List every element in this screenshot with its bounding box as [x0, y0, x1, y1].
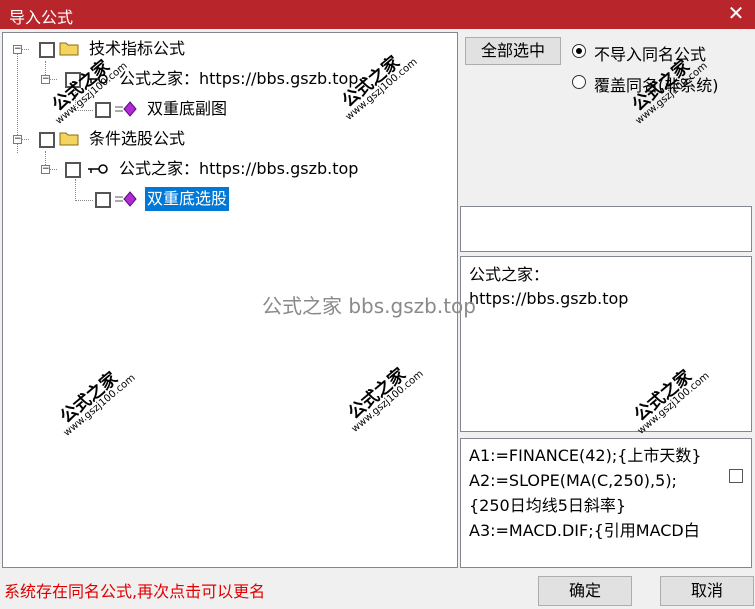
- collapse-icon[interactable]: −: [13, 45, 22, 54]
- status-message: 系统存在同名公式,再次点击可以更名: [4, 582, 266, 601]
- collapse-icon[interactable]: −: [41, 75, 50, 84]
- collapse-icon[interactable]: −: [41, 165, 50, 174]
- tree-node-label: 双重底副图: [147, 99, 228, 118]
- formula-code[interactable]: A1:=FINANCE(42);{上市天数} A2:=SLOPE(MA(C,25…: [460, 438, 752, 568]
- formula-gem-icon: [115, 101, 137, 117]
- code-line: {250日均线5日斜率}: [469, 496, 627, 515]
- code-checkbox[interactable]: [729, 469, 743, 483]
- key-icon: [88, 164, 108, 174]
- window-title: 导入公式: [9, 8, 74, 27]
- rename-field[interactable]: [460, 206, 752, 252]
- formula-gem-icon: [115, 191, 137, 207]
- code-line: A3:=MACD.DIF;{引用MACD白: [469, 521, 700, 540]
- code-text: A1:=FINANCE(42);{上市天数} A2:=SLOPE(MA(C,25…: [469, 443, 702, 543]
- code-line: A1:=FINANCE(42);{上市天数}: [469, 446, 702, 465]
- title-bar: 导入公式 ✕: [0, 0, 755, 29]
- tree-node-label: 条件选股公式: [89, 129, 186, 148]
- tree-node-checkbox[interactable]: [39, 42, 55, 58]
- radio-no-import[interactable]: [572, 44, 586, 58]
- folder-icon: [59, 42, 79, 56]
- tree-node-checkbox[interactable]: [95, 192, 111, 208]
- select-all-button[interactable]: 全部选中: [465, 37, 561, 65]
- code-line: A2:=SLOPE(MA(C,250),5);: [469, 471, 677, 490]
- tree-node-checkbox[interactable]: [65, 162, 81, 178]
- tree-node-label-selected: 双重底选股: [145, 187, 230, 211]
- tree-node-label: 公式之家：https://bbs.gszb.top: [119, 159, 359, 178]
- formula-description: 公式之家： https://bbs.gszb.top: [460, 256, 752, 432]
- radio-overwrite[interactable]: [572, 75, 586, 89]
- ok-button[interactable]: 确定: [538, 576, 632, 606]
- tree-node-double-bottom-screen[interactable]: 双重底选股: [3, 187, 443, 211]
- tree-node-source-2[interactable]: − 公式之家：https://bbs.gszb.top: [3, 157, 443, 181]
- description-line: 公式之家：: [469, 265, 550, 284]
- close-icon[interactable]: ✕: [725, 2, 747, 24]
- collapse-icon[interactable]: −: [13, 135, 22, 144]
- watermark-text: 公式之家 bbs.gszb.top: [262, 294, 476, 318]
- cancel-button[interactable]: 取消: [660, 576, 754, 606]
- description-text: 公式之家： https://bbs.gszb.top: [469, 263, 628, 311]
- tree-node-label: 公式之家：https://bbs.gszb.top: [119, 69, 359, 88]
- description-line: https://bbs.gszb.top: [469, 289, 629, 308]
